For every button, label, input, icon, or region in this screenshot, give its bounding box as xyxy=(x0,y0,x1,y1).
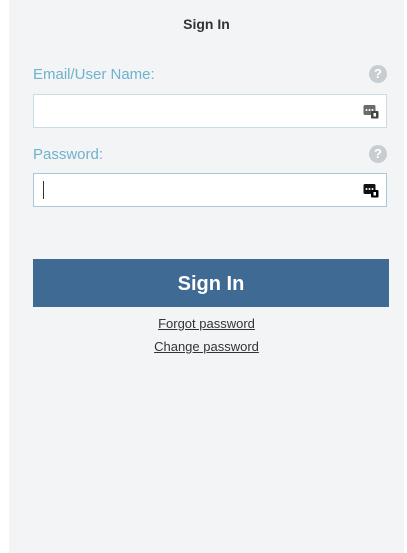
page-title: Sign In xyxy=(183,16,230,32)
password-field[interactable] xyxy=(33,173,387,207)
forgot-password-link[interactable]: Forgot password xyxy=(9,316,404,331)
email-label: Email/User Name: xyxy=(33,66,155,83)
change-password-link[interactable]: Change password xyxy=(9,339,404,354)
email-help-icon[interactable]: ? xyxy=(369,65,387,83)
password-manager-icon[interactable] xyxy=(363,103,379,119)
password-label: Password: xyxy=(33,146,104,163)
text-caret xyxy=(43,181,44,199)
sign-in-button[interactable]: Sign In xyxy=(33,259,389,307)
password-manager-icon[interactable] xyxy=(363,182,379,198)
email-field[interactable] xyxy=(33,94,387,128)
password-help-icon[interactable]: ? xyxy=(369,145,387,163)
sign-in-panel: Sign In Email/User Name: ? Password: ? S… xyxy=(9,0,404,553)
